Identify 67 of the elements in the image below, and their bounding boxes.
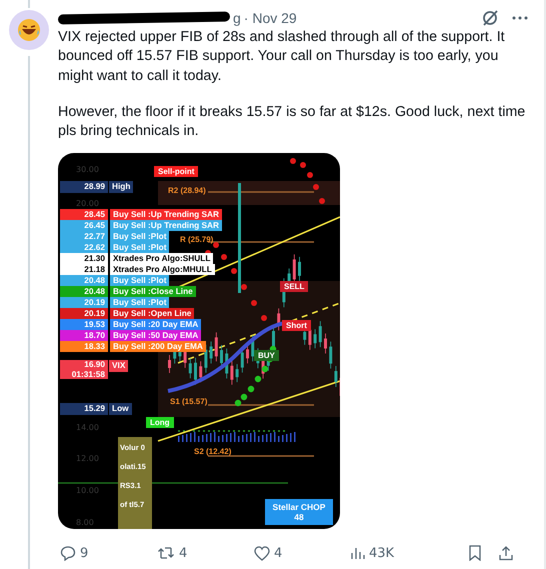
level-marker: R2 (28.94) bbox=[168, 186, 206, 196]
level-marker: S1 (15.57) bbox=[170, 397, 208, 406]
signal-marker: Long bbox=[146, 417, 174, 428]
level-price: 22.62 bbox=[60, 242, 108, 254]
level-price: 20.48 bbox=[60, 286, 108, 298]
laughing-emoji-icon bbox=[17, 18, 41, 42]
level-price: 20.19 bbox=[60, 308, 108, 320]
level-label: Buy Sell :Up Trending SAR bbox=[110, 220, 222, 232]
level-price: 20.19 bbox=[60, 297, 108, 308]
level-price: 18.33 bbox=[60, 341, 108, 352]
level-price: 18.70 bbox=[60, 330, 108, 342]
badge-value: 48 bbox=[294, 512, 304, 522]
level-marker: S2 (12.42) bbox=[194, 447, 232, 456]
level-price: 22.77 bbox=[60, 231, 108, 242]
axis-label: 8.00 bbox=[76, 518, 94, 528]
level-label: Buy Sell :Plot bbox=[110, 242, 170, 254]
level-label: Buy Sell :Close Line bbox=[110, 286, 196, 298]
signal-marker: Short bbox=[282, 320, 311, 332]
level-label: Buy Sell :50 Day EMA bbox=[110, 330, 202, 342]
level-price: 21.30 bbox=[60, 253, 108, 264]
current-price: 16.90 01:31:58 bbox=[60, 360, 108, 380]
level-label: Buy Sell :Open Line bbox=[110, 308, 194, 320]
level-price: 19.53 bbox=[60, 319, 108, 330]
badge-title: Stellar CHOP bbox=[272, 502, 326, 512]
price-label: 28.99 bbox=[60, 181, 108, 193]
level-price: 26.45 bbox=[60, 220, 108, 232]
more-icon[interactable] bbox=[512, 15, 528, 21]
post-text: VIX rejected upper FIB of 28s and slashed through all of the support. It bounced off 15.57 FIB support. Your call on Thursday is too early, you might want to call it today. bbox=[58, 28, 506, 86]
grok-icon[interactable] bbox=[481, 9, 499, 27]
level-label: Buy Sell :Up Trending SAR bbox=[110, 209, 222, 220]
level-price: 21.18 bbox=[60, 264, 108, 276]
symbol-label: VIX bbox=[109, 360, 128, 372]
post-text: However, the floor if it breaks 15.57 is so far at $12s. Good luck, next time pls bring technicals in. bbox=[58, 102, 526, 142]
level-label: Buy Sell :200 Day EMA bbox=[110, 341, 206, 352]
reply-icon bbox=[60, 545, 76, 562]
axis-label: 20.00 bbox=[76, 199, 99, 208]
level-price: 20.48 bbox=[60, 275, 108, 286]
axis-label: 14.00 bbox=[76, 423, 99, 432]
views-button[interactable]: 43K bbox=[349, 544, 446, 563]
axis-label: 12.00 bbox=[76, 454, 99, 464]
repost-icon bbox=[157, 545, 175, 562]
price-label: Low bbox=[109, 403, 132, 415]
level-label: Xtrades Pro Algo:MHULL bbox=[110, 264, 215, 276]
reply-button[interactable]: 9 bbox=[58, 543, 155, 564]
level-label: Buy Sell :Plot bbox=[110, 231, 170, 242]
signal-marker: Sell-point bbox=[154, 166, 198, 178]
heart-icon bbox=[254, 546, 270, 561]
level-marker: R (25.79) bbox=[180, 235, 214, 244]
level-label: Buy Sell :20 Day EMA bbox=[110, 319, 202, 330]
signal-marker: BUY bbox=[254, 350, 279, 362]
bookmark-icon bbox=[468, 545, 482, 562]
axis-label: 10.00 bbox=[76, 486, 99, 496]
level-label: Xtrades Pro Algo:SHULL bbox=[110, 253, 214, 264]
level-label: Buy Sell :Plot bbox=[110, 297, 170, 308]
repost-button[interactable]: 4 bbox=[155, 543, 252, 564]
price-label: 15.29 bbox=[60, 403, 108, 415]
level-label: Buy Sell :Plot bbox=[110, 275, 170, 286]
share-icon bbox=[498, 545, 514, 562]
post-time[interactable]: · Nov 29 bbox=[244, 10, 297, 26]
price-label: High bbox=[109, 181, 134, 193]
avatar[interactable] bbox=[9, 10, 49, 50]
signal-marker: SELL bbox=[280, 281, 308, 292]
like-button[interactable]: 4 bbox=[252, 544, 349, 563]
bar-chart-icon bbox=[351, 546, 365, 560]
axis-label: 30.00 bbox=[76, 165, 99, 174]
author-name[interactable]: g bbox=[233, 10, 241, 26]
level-price: 28.45 bbox=[60, 209, 108, 220]
